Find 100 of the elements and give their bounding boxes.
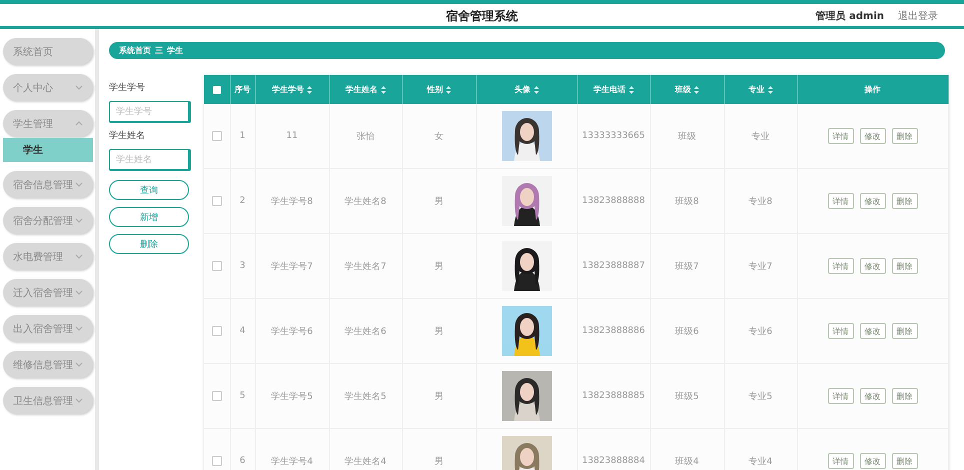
action-button[interactable]: 删除: [109, 234, 189, 254]
table-cell: 1: [240, 131, 246, 141]
row-action-button[interactable]: 详情: [828, 388, 854, 404]
row-action-button[interactable]: 修改: [860, 453, 886, 469]
action-button[interactable]: 新增: [109, 207, 189, 227]
table-cell: 4: [240, 326, 246, 336]
table-cell: 5: [240, 391, 246, 401]
table-cell: 学生姓名8: [344, 196, 386, 206]
table-cell: 13823888884: [582, 456, 645, 466]
sort-icon[interactable]: [446, 86, 451, 94]
row-action-button[interactable]: 详情: [828, 193, 854, 209]
table-cell: 专业7: [748, 262, 772, 272]
table-cell: 专业4: [748, 456, 772, 466]
sort-icon[interactable]: [628, 86, 634, 94]
column-header: 序号: [234, 84, 250, 95]
sidebar-item[interactable]: 维修信息管理: [3, 351, 93, 378]
table-cell: 13823888888: [582, 196, 645, 206]
sort-icon[interactable]: [307, 86, 312, 94]
sidebar-item[interactable]: 卫生信息管理: [3, 387, 93, 414]
logout-link[interactable]: 退出登录: [898, 9, 938, 23]
table-cell: 学生学号4: [271, 456, 313, 466]
table-cell: 学生学号7: [271, 262, 313, 272]
row-action-button[interactable]: 修改: [860, 258, 886, 274]
table-cell: 13823888886: [582, 326, 645, 336]
sidebar-item[interactable]: 宿舍信息管理: [3, 171, 93, 198]
sort-icon[interactable]: [768, 86, 772, 94]
sidebar-item[interactable]: 迁入宿舍管理: [3, 279, 93, 306]
table-cell: 班级7: [675, 262, 699, 272]
table-cell: 张怡: [356, 132, 374, 142]
column-header[interactable]: 学生学号: [272, 84, 304, 95]
sidebar-item[interactable]: 系统首页: [3, 38, 93, 65]
table-cell: 专业: [752, 132, 770, 142]
row-action-button[interactable]: 修改: [860, 323, 886, 339]
breadcrumb-item: 学生: [167, 45, 183, 56]
row-action-button[interactable]: 修改: [860, 388, 886, 404]
table-cell: 13823888887: [582, 261, 645, 271]
column-header: 操作: [864, 84, 880, 95]
row-action-button[interactable]: 删除: [892, 128, 918, 144]
column-header[interactable]: 学生电话: [594, 84, 626, 95]
table-cell: 男: [434, 196, 444, 206]
table-cell: 专业6: [748, 326, 772, 336]
search-field[interactable]: 学生姓名: [109, 149, 191, 171]
table-cell: 班级6: [675, 326, 699, 336]
breadcrumb-separator: 三: [155, 45, 163, 56]
app-title: 宿舍管理系统: [446, 8, 518, 25]
table-cell: 2: [240, 196, 246, 206]
row-checkbox[interactable]: [212, 196, 222, 206]
field-label: 学生姓名: [109, 130, 146, 142]
table-cell: 专业5: [748, 392, 772, 402]
table-cell: 男: [434, 392, 444, 402]
table-cell: 学生姓名4: [344, 456, 386, 466]
column-header[interactable]: 专业: [748, 84, 764, 95]
sort-icon[interactable]: [380, 86, 386, 94]
table-cell: 男: [434, 262, 444, 272]
sort-icon[interactable]: [534, 86, 538, 94]
row-checkbox[interactable]: [212, 260, 222, 271]
sort-icon[interactable]: [694, 86, 699, 94]
table-cell: 班级: [678, 132, 696, 142]
sidebar-item[interactable]: 出入宿舍管理: [3, 315, 93, 342]
table-cell: 女: [434, 132, 444, 142]
column-header[interactable]: 学生姓名: [346, 84, 378, 95]
row-action-button[interactable]: 修改: [860, 193, 886, 209]
table-cell: 班级4: [675, 456, 699, 466]
row-action-button[interactable]: 删除: [892, 388, 918, 404]
row-action-button[interactable]: 删除: [892, 323, 918, 339]
row-action-button[interactable]: 详情: [828, 128, 854, 144]
column-header[interactable]: 班级: [675, 84, 691, 95]
table-cell: 男: [434, 456, 444, 466]
sidebar-subitem[interactable]: 学生: [3, 138, 93, 162]
table-cell: 学生姓名7: [344, 262, 386, 272]
table-cell: 专业8: [748, 196, 772, 206]
table-cell: 13823888885: [582, 391, 645, 401]
sidebar-item[interactable]: 宿舍分配管理: [3, 207, 93, 234]
search-field[interactable]: 学生学号: [109, 101, 191, 123]
row-action-button[interactable]: 删除: [892, 453, 918, 469]
row-checkbox[interactable]: [212, 130, 222, 141]
table-cell: 男: [434, 326, 444, 336]
row-checkbox[interactable]: [212, 326, 222, 336]
row-action-button[interactable]: 详情: [828, 453, 854, 469]
table-cell: 学生姓名5: [344, 392, 386, 402]
sidebar-item[interactable]: 个人中心: [3, 74, 93, 101]
table-cell: 学生姓名6: [344, 326, 386, 336]
row-action-button[interactable]: 详情: [828, 323, 854, 339]
column-header[interactable]: 头像: [514, 84, 530, 95]
table-cell: 3: [240, 261, 246, 271]
row-action-button[interactable]: 删除: [892, 193, 918, 209]
row-action-button[interactable]: 删除: [892, 258, 918, 274]
row-action-button[interactable]: 详情: [828, 258, 854, 274]
sidebar-item[interactable]: 水电费管理: [3, 243, 93, 270]
table-cell: 班级8: [675, 196, 699, 206]
select-all-checkbox[interactable]: [212, 86, 221, 94]
row-checkbox[interactable]: [212, 390, 222, 401]
breadcrumb-item[interactable]: 系统首页: [119, 45, 151, 56]
column-header[interactable]: 性别: [427, 84, 443, 95]
action-button[interactable]: 查询: [109, 180, 189, 200]
row-checkbox[interactable]: [212, 456, 222, 466]
table-cell: 学生学号6: [271, 326, 313, 336]
table-cell: 班级5: [675, 392, 699, 402]
sidebar-item[interactable]: 学生管理: [3, 110, 93, 137]
row-action-button[interactable]: 修改: [860, 128, 886, 144]
